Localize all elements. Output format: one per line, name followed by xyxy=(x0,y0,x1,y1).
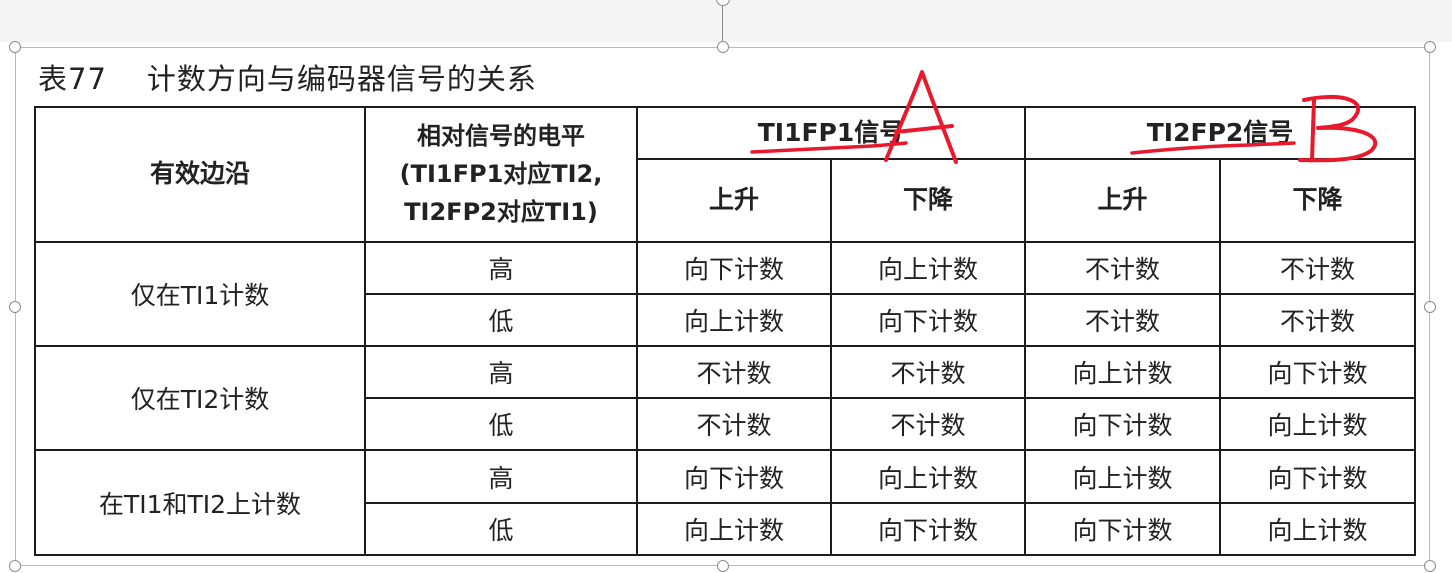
header-level: 相对信号的电平 (TI1FP1对应TI2, TI2FP2对应TI1) xyxy=(364,106,638,243)
resize-handle-bottom-left[interactable] xyxy=(9,560,21,572)
header-level-line1: 相对信号的电平 xyxy=(417,122,585,151)
level-cell: 高 xyxy=(364,240,638,295)
header-level-line2: (TI1FP1对应TI2, xyxy=(399,160,603,189)
resize-handle-top-left[interactable] xyxy=(9,41,21,53)
table-row: 在TI1和TI2上计数 高 向下计数 向上计数 向上计数 向下计数 xyxy=(34,449,1417,556)
count-cell: 向上计数 xyxy=(636,292,832,348)
count-cell: 不计数 xyxy=(1024,292,1222,348)
resize-handle-top-center[interactable] xyxy=(717,41,729,53)
header-ti1-rise: 上升 xyxy=(636,158,832,243)
header-ti2-fall: 下降 xyxy=(1219,158,1417,243)
level-cell: 高 xyxy=(364,345,638,400)
count-cell: 向上计数 xyxy=(1024,345,1222,400)
table-title: 计数方向与编码器信号的关系 xyxy=(146,62,537,96)
count-cell: 不计数 xyxy=(1219,240,1417,295)
level-cell: 低 xyxy=(364,292,638,348)
count-cell: 向下计数 xyxy=(1219,449,1417,504)
resize-handle-middle-left[interactable] xyxy=(9,301,21,313)
header-level-line3: TI2FP2对应TI1) xyxy=(404,198,598,227)
table-row: 仅在TI2计数 高 不计数 不计数 向上计数 向下计数 xyxy=(34,345,1417,452)
count-cell: 不计数 xyxy=(829,397,1027,452)
rotate-connector xyxy=(722,5,723,41)
table-caption: 表77 计数方向与编码器信号的关系 xyxy=(38,56,537,98)
level-cell: 低 xyxy=(364,501,638,557)
count-cell: 向上计数 xyxy=(1219,397,1417,452)
count-cell: 向上计数 xyxy=(1024,449,1222,504)
count-cell: 向上计数 xyxy=(1219,501,1417,557)
resize-handle-middle-right[interactable] xyxy=(1424,301,1436,313)
count-cell: 不计数 xyxy=(1024,240,1222,295)
count-cell: 向上计数 xyxy=(636,501,832,557)
resize-handle-bottom-right[interactable] xyxy=(1424,560,1436,572)
header-edge: 有效边沿 xyxy=(34,106,366,243)
count-cell: 不计数 xyxy=(829,345,1027,400)
count-direction-table: 有效边沿 相对信号的电平 (TI1FP1对应TI2, TI2FP2对应TI1) … xyxy=(34,105,1417,557)
count-cell: 向下计数 xyxy=(1024,397,1222,452)
header-ti2-rise: 上升 xyxy=(1024,158,1222,243)
edge-label: 仅在TI2计数 xyxy=(34,345,366,452)
count-cell: 向下计数 xyxy=(829,292,1027,348)
canvas-top-strip xyxy=(0,0,1452,42)
count-cell: 向下计数 xyxy=(1219,345,1417,400)
edge-label: 在TI1和TI2上计数 xyxy=(34,449,366,556)
level-cell: 高 xyxy=(364,449,638,504)
header-ti2fp2: TI2FP2信号 xyxy=(1024,105,1417,161)
table-row: 仅在TI1计数 高 向下计数 向上计数 不计数 不计数 xyxy=(34,240,1417,348)
document-canvas: 表77 计数方向与编码器信号的关系 有效边沿 相对信号的电平 (TI1FP1对应T… xyxy=(0,0,1452,573)
header-ti1-fall: 下降 xyxy=(829,158,1027,243)
count-cell: 不计数 xyxy=(636,345,832,400)
header-ti1fp1: TI1FP1信号 xyxy=(635,105,1027,161)
resize-handle-top-right[interactable] xyxy=(1424,41,1436,53)
count-cell: 向下计数 xyxy=(636,449,832,504)
count-cell: 不计数 xyxy=(636,397,832,452)
resize-handle-bottom-center[interactable] xyxy=(717,560,729,572)
count-cell: 向下计数 xyxy=(636,240,832,295)
table-number: 表77 xyxy=(38,62,107,96)
count-cell: 向上计数 xyxy=(829,240,1027,295)
count-cell: 向下计数 xyxy=(1024,501,1222,557)
edge-label: 仅在TI1计数 xyxy=(34,240,366,348)
level-cell: 低 xyxy=(364,397,638,452)
count-cell: 向上计数 xyxy=(829,449,1027,504)
count-cell: 向下计数 xyxy=(829,501,1027,557)
count-cell: 不计数 xyxy=(1219,292,1417,348)
